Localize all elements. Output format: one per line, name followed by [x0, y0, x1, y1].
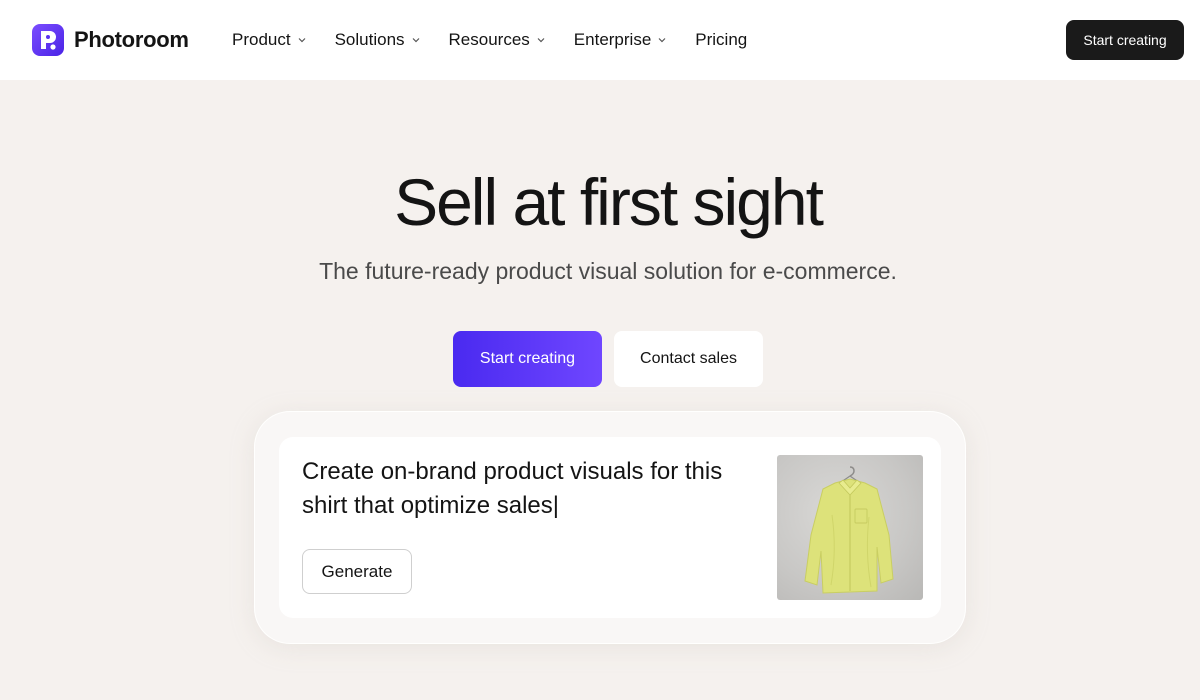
photoroom-logo[interactable]: Photoroom	[32, 24, 189, 56]
chevron-down-icon	[412, 38, 419, 43]
start-creating-button[interactable]: Start creating	[453, 331, 602, 387]
main-menu: Product Solutions Resources Enterprise P…	[232, 28, 775, 52]
photoroom-logo-icon	[32, 24, 64, 56]
prompt-input[interactable]: Create on-brand product visuals for this…	[302, 455, 762, 523]
product-image	[777, 455, 923, 600]
nav-item-label: Product	[232, 30, 291, 49]
hero-subtitle: The future-ready product visual solution…	[319, 258, 897, 284]
generate-button[interactable]: Generate	[302, 549, 412, 594]
nav-start-creating-button[interactable]: Start creating	[1066, 20, 1184, 60]
chevron-down-icon	[298, 38, 306, 43]
contact-sales-button[interactable]: Contact sales	[614, 331, 763, 387]
nav-item-solutions[interactable]: Solutions	[335, 30, 421, 50]
top-navigation: Photoroom Product Solutions Resources En…	[0, 0, 1200, 80]
nav-item-enterprise[interactable]: Enterprise	[574, 30, 667, 50]
brand-name: Photoroom	[74, 27, 189, 52]
chevron-down-icon	[658, 38, 666, 43]
nav-item-label: Enterprise	[573, 30, 652, 49]
shirt-image	[804, 466, 894, 594]
nav-item-label: Solutions	[334, 30, 405, 49]
nav-item-label: Resources	[448, 30, 530, 49]
hero-title: Sell at first sight	[394, 165, 824, 239]
nav-item-label: Pricing	[695, 30, 748, 49]
nav-item-pricing[interactable]: Pricing	[695, 30, 747, 50]
nav-item-product[interactable]: Product	[232, 30, 307, 50]
nav-item-resources[interactable]: Resources	[449, 30, 546, 50]
chevron-down-icon	[537, 38, 545, 43]
